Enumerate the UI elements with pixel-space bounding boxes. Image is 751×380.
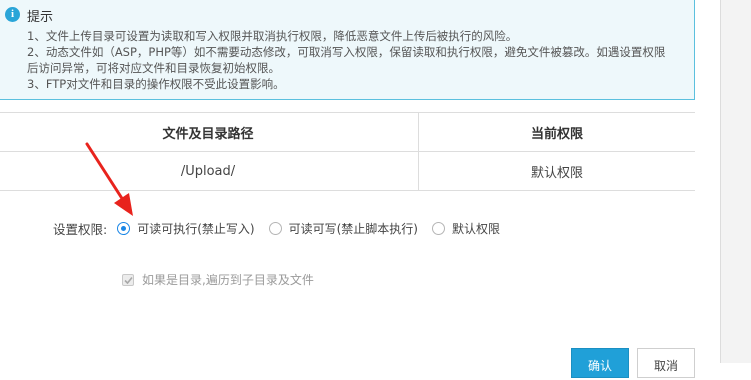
radio-button[interactable]	[431, 221, 445, 235]
info-icon: i	[5, 7, 20, 22]
path-cell: /Upload/	[0, 151, 419, 191]
recursive-label: 如果是目录,遍历到子目录及文件	[142, 273, 314, 287]
background-panel-edge	[720, 0, 751, 363]
radio-button-checked[interactable]	[117, 221, 131, 235]
radio-label: 可读可写(禁止脚本执行)	[288, 221, 418, 236]
radio-button[interactable]	[268, 221, 282, 235]
recursive-checkbox[interactable]	[122, 273, 134, 286]
column-header-permission: 当前权限	[418, 112, 695, 152]
permission-table: 文件及目录路径 当前权限 /Upload/ 默认权限	[0, 112, 695, 191]
radio-label: 可读可执行(禁止写入)	[137, 221, 255, 236]
tip-box: i 提示 1、文件上传目录可设置为读取和写入权限并取消执行权限，降低恶意文件上传…	[0, 0, 695, 100]
recursive-option: 如果是目录,遍历到子目录及文件	[122, 271, 314, 288]
radio-read-write[interactable]: 可读可写(禁止脚本执行)	[268, 220, 418, 237]
cancel-button[interactable]: 取消	[637, 348, 695, 378]
radio-read-execute[interactable]: 可读可执行(禁止写入)	[117, 220, 255, 237]
radio-label: 默认权限	[451, 221, 500, 236]
table-row[interactable]: /Upload/ 默认权限	[0, 151, 695, 191]
permission-label: 设置权限:	[53, 221, 108, 237]
tip-list: 1、文件上传目录可设置为读取和写入权限并取消执行权限，降低恶意文件上传后被执行的…	[27, 28, 672, 92]
tip-item: 3、FTP对文件和目录的操作权限不受此设置影响。	[27, 77, 285, 91]
permission-cell: 默认权限	[418, 151, 695, 191]
column-header-path: 文件及目录路径	[0, 112, 419, 152]
table-header-row: 文件及目录路径 当前权限	[0, 112, 695, 152]
check-icon	[124, 276, 133, 284]
tip-title: 提示	[27, 10, 54, 25]
radio-default[interactable]: 默认权限	[431, 220, 500, 237]
permission-setting: 设置权限: 可读可执行(禁止写入) 可读可写(禁止脚本执行) 默认权限	[53, 218, 514, 238]
tip-item: 2、动态文件如（ASP，PHP等）如不需要动态修改，可取消写入权限，保留读取和执…	[27, 45, 666, 75]
confirm-button[interactable]: 确认	[571, 348, 629, 378]
tip-item: 1、文件上传目录可设置为读取和写入权限并取消执行权限，降低恶意文件上传后被执行的…	[27, 29, 518, 43]
